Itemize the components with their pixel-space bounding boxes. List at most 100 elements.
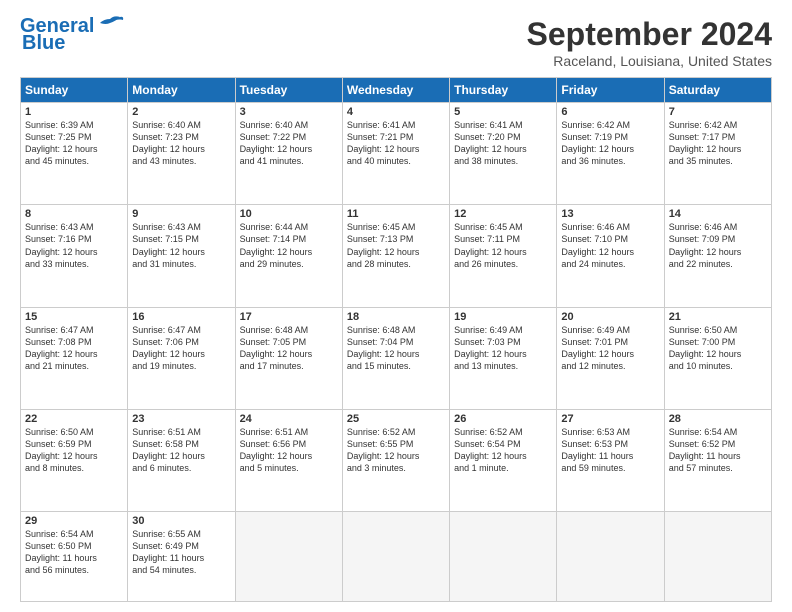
- table-row: 23Sunrise: 6:51 AM Sunset: 6:58 PM Dayli…: [128, 409, 235, 511]
- day-info: Sunrise: 6:43 AM Sunset: 7:16 PM Dayligh…: [25, 221, 123, 270]
- table-row: [557, 512, 664, 602]
- day-number: 8: [25, 208, 123, 220]
- day-info: Sunrise: 6:42 AM Sunset: 7:19 PM Dayligh…: [561, 119, 659, 168]
- page: General Blue September 2024 Raceland, Lo…: [0, 0, 792, 612]
- table-row: 7Sunrise: 6:42 AM Sunset: 7:17 PM Daylig…: [664, 103, 771, 205]
- day-info: Sunrise: 6:41 AM Sunset: 7:21 PM Dayligh…: [347, 119, 445, 168]
- day-number: 25: [347, 413, 445, 425]
- col-saturday: Saturday: [664, 78, 771, 103]
- table-row: 27Sunrise: 6:53 AM Sunset: 6:53 PM Dayli…: [557, 409, 664, 511]
- table-row: 24Sunrise: 6:51 AM Sunset: 6:56 PM Dayli…: [235, 409, 342, 511]
- table-row: [664, 512, 771, 602]
- table-row: 9Sunrise: 6:43 AM Sunset: 7:15 PM Daylig…: [128, 205, 235, 307]
- day-info: Sunrise: 6:50 AM Sunset: 7:00 PM Dayligh…: [669, 324, 767, 373]
- day-number: 11: [347, 208, 445, 220]
- col-thursday: Thursday: [450, 78, 557, 103]
- col-monday: Monday: [128, 78, 235, 103]
- table-row: 3Sunrise: 6:40 AM Sunset: 7:22 PM Daylig…: [235, 103, 342, 205]
- table-row: [450, 512, 557, 602]
- day-number: 6: [561, 106, 659, 118]
- location: Raceland, Louisiana, United States: [527, 53, 772, 69]
- table-row: [342, 512, 449, 602]
- table-row: 5Sunrise: 6:41 AM Sunset: 7:20 PM Daylig…: [450, 103, 557, 205]
- table-row: 12Sunrise: 6:45 AM Sunset: 7:11 PM Dayli…: [450, 205, 557, 307]
- day-number: 29: [25, 515, 123, 527]
- day-number: 9: [132, 208, 230, 220]
- table-row: 29Sunrise: 6:54 AM Sunset: 6:50 PM Dayli…: [21, 512, 128, 602]
- day-info: Sunrise: 6:51 AM Sunset: 6:56 PM Dayligh…: [240, 426, 338, 475]
- table-row: 11Sunrise: 6:45 AM Sunset: 7:13 PM Dayli…: [342, 205, 449, 307]
- table-row: 4Sunrise: 6:41 AM Sunset: 7:21 PM Daylig…: [342, 103, 449, 205]
- day-info: Sunrise: 6:45 AM Sunset: 7:13 PM Dayligh…: [347, 221, 445, 270]
- day-number: 30: [132, 515, 230, 527]
- day-number: 2: [132, 106, 230, 118]
- table-row: 22Sunrise: 6:50 AM Sunset: 6:59 PM Dayli…: [21, 409, 128, 511]
- day-info: Sunrise: 6:54 AM Sunset: 6:52 PM Dayligh…: [669, 426, 767, 475]
- table-row: 26Sunrise: 6:52 AM Sunset: 6:54 PM Dayli…: [450, 409, 557, 511]
- table-row: 30Sunrise: 6:55 AM Sunset: 6:49 PM Dayli…: [128, 512, 235, 602]
- table-row: 13Sunrise: 6:46 AM Sunset: 7:10 PM Dayli…: [557, 205, 664, 307]
- logo-bird-icon: [96, 15, 124, 33]
- day-number: 24: [240, 413, 338, 425]
- table-row: 16Sunrise: 6:47 AM Sunset: 7:06 PM Dayli…: [128, 307, 235, 409]
- table-row: 1Sunrise: 6:39 AM Sunset: 7:25 PM Daylig…: [21, 103, 128, 205]
- day-number: 17: [240, 311, 338, 323]
- day-info: Sunrise: 6:40 AM Sunset: 7:22 PM Dayligh…: [240, 119, 338, 168]
- day-number: 13: [561, 208, 659, 220]
- title-area: September 2024 Raceland, Louisiana, Unit…: [527, 16, 772, 69]
- day-number: 16: [132, 311, 230, 323]
- day-info: Sunrise: 6:44 AM Sunset: 7:14 PM Dayligh…: [240, 221, 338, 270]
- table-row: 18Sunrise: 6:48 AM Sunset: 7:04 PM Dayli…: [342, 307, 449, 409]
- day-number: 20: [561, 311, 659, 323]
- logo-blue-text: Blue: [22, 32, 65, 55]
- day-info: Sunrise: 6:51 AM Sunset: 6:58 PM Dayligh…: [132, 426, 230, 475]
- day-info: Sunrise: 6:55 AM Sunset: 6:49 PM Dayligh…: [132, 528, 230, 577]
- table-row: 17Sunrise: 6:48 AM Sunset: 7:05 PM Dayli…: [235, 307, 342, 409]
- day-info: Sunrise: 6:52 AM Sunset: 6:55 PM Dayligh…: [347, 426, 445, 475]
- table-row: 15Sunrise: 6:47 AM Sunset: 7:08 PM Dayli…: [21, 307, 128, 409]
- day-number: 21: [669, 311, 767, 323]
- table-row: 19Sunrise: 6:49 AM Sunset: 7:03 PM Dayli…: [450, 307, 557, 409]
- day-number: 22: [25, 413, 123, 425]
- day-info: Sunrise: 6:47 AM Sunset: 7:06 PM Dayligh…: [132, 324, 230, 373]
- col-tuesday: Tuesday: [235, 78, 342, 103]
- day-number: 26: [454, 413, 552, 425]
- day-info: Sunrise: 6:39 AM Sunset: 7:25 PM Dayligh…: [25, 119, 123, 168]
- day-info: Sunrise: 6:48 AM Sunset: 7:05 PM Dayligh…: [240, 324, 338, 373]
- calendar-header-row: Sunday Monday Tuesday Wednesday Thursday…: [21, 78, 772, 103]
- day-number: 4: [347, 106, 445, 118]
- table-row: 20Sunrise: 6:49 AM Sunset: 7:01 PM Dayli…: [557, 307, 664, 409]
- day-info: Sunrise: 6:52 AM Sunset: 6:54 PM Dayligh…: [454, 426, 552, 475]
- day-info: Sunrise: 6:49 AM Sunset: 7:01 PM Dayligh…: [561, 324, 659, 373]
- day-info: Sunrise: 6:45 AM Sunset: 7:11 PM Dayligh…: [454, 221, 552, 270]
- day-info: Sunrise: 6:54 AM Sunset: 6:50 PM Dayligh…: [25, 528, 123, 577]
- day-number: 19: [454, 311, 552, 323]
- calendar-table: Sunday Monday Tuesday Wednesday Thursday…: [20, 77, 772, 602]
- day-number: 14: [669, 208, 767, 220]
- day-number: 7: [669, 106, 767, 118]
- header: General Blue September 2024 Raceland, Lo…: [20, 16, 772, 69]
- table-row: 8Sunrise: 6:43 AM Sunset: 7:16 PM Daylig…: [21, 205, 128, 307]
- day-number: 12: [454, 208, 552, 220]
- day-info: Sunrise: 6:43 AM Sunset: 7:15 PM Dayligh…: [132, 221, 230, 270]
- day-info: Sunrise: 6:40 AM Sunset: 7:23 PM Dayligh…: [132, 119, 230, 168]
- table-row: 2Sunrise: 6:40 AM Sunset: 7:23 PM Daylig…: [128, 103, 235, 205]
- day-info: Sunrise: 6:41 AM Sunset: 7:20 PM Dayligh…: [454, 119, 552, 168]
- day-info: Sunrise: 6:49 AM Sunset: 7:03 PM Dayligh…: [454, 324, 552, 373]
- table-row: 28Sunrise: 6:54 AM Sunset: 6:52 PM Dayli…: [664, 409, 771, 511]
- day-info: Sunrise: 6:50 AM Sunset: 6:59 PM Dayligh…: [25, 426, 123, 475]
- col-sunday: Sunday: [21, 78, 128, 103]
- day-number: 5: [454, 106, 552, 118]
- col-wednesday: Wednesday: [342, 78, 449, 103]
- day-number: 1: [25, 106, 123, 118]
- day-number: 23: [132, 413, 230, 425]
- day-number: 3: [240, 106, 338, 118]
- logo: General Blue: [20, 16, 124, 55]
- table-row: [235, 512, 342, 602]
- day-number: 27: [561, 413, 659, 425]
- day-info: Sunrise: 6:42 AM Sunset: 7:17 PM Dayligh…: [669, 119, 767, 168]
- table-row: 25Sunrise: 6:52 AM Sunset: 6:55 PM Dayli…: [342, 409, 449, 511]
- day-info: Sunrise: 6:47 AM Sunset: 7:08 PM Dayligh…: [25, 324, 123, 373]
- day-number: 28: [669, 413, 767, 425]
- table-row: 21Sunrise: 6:50 AM Sunset: 7:00 PM Dayli…: [664, 307, 771, 409]
